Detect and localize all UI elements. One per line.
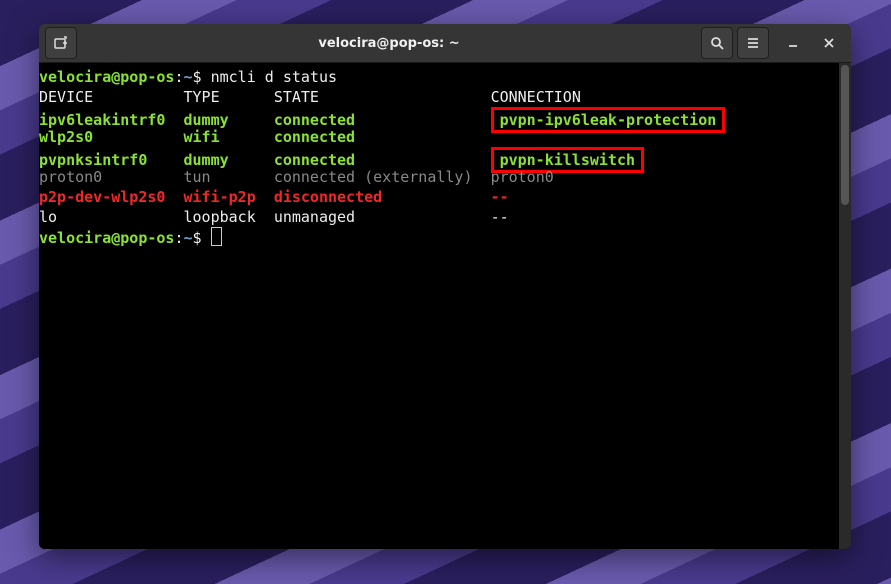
cell-device: lo: [39, 208, 184, 226]
minimize-button[interactable]: [777, 28, 809, 58]
prompt-dollar: $: [193, 229, 211, 247]
terminal-line: velocira@pop-os:~$: [39, 227, 839, 247]
terminal-line: DEVICE TYPE STATE CONNECTION: [39, 87, 839, 107]
col-header-state: STATE: [274, 88, 491, 106]
terminal-line: p2p-dev-wlp2s0 wifi-p2p disconnected --: [39, 187, 839, 207]
command-text: nmcli d status: [211, 68, 337, 86]
terminal-line: velocira@pop-os:~$ nmcli d status: [39, 67, 839, 87]
search-button[interactable]: [701, 27, 733, 59]
cell-type: loopback: [184, 208, 274, 226]
terminal-line: proton0 tun connected (externally) proto…: [39, 167, 839, 187]
highlight-box: pvpn-ipv6leak-protection: [491, 107, 726, 133]
cell-connection: --: [491, 208, 509, 226]
terminal-output[interactable]: velocira@pop-os:~$ nmcli d statusDEVICE …: [39, 63, 839, 549]
cell-state: connected (externally): [274, 168, 491, 186]
cell-device: proton0: [39, 168, 184, 186]
prompt-user-host: velocira@pop-os: [39, 68, 174, 86]
new-tab-button[interactable]: [45, 27, 77, 59]
cell-state: connected: [274, 128, 491, 146]
cell-type: tun: [184, 168, 274, 186]
prompt-dollar: $: [193, 68, 211, 86]
cell-state: unmanaged: [274, 208, 491, 226]
scrollbar[interactable]: [839, 63, 851, 549]
terminal-area: velocira@pop-os:~$ nmcli d statusDEVICE …: [39, 63, 851, 549]
col-header-device: DEVICE: [39, 88, 184, 106]
prompt-cwd: ~: [184, 229, 193, 247]
prompt-sep: :: [174, 229, 183, 247]
cell-type: wifi-p2p: [184, 188, 274, 206]
cell-connection: proton0: [491, 168, 554, 186]
col-header-connection: CONNECTION: [491, 88, 581, 106]
scrollbar-thumb[interactable]: [841, 65, 849, 205]
cell-device: wlp2s0: [39, 128, 184, 146]
cell-type: wifi: [184, 128, 274, 146]
menu-button[interactable]: [737, 27, 769, 59]
titlebar: velocira@pop-os: ~: [39, 24, 851, 63]
terminal-line: pvpnksintrf0 dummy connected pvpn-killsw…: [39, 147, 839, 167]
terminal-line: ipv6leakintrf0 dummy connected pvpn-ipv6…: [39, 107, 839, 127]
prompt-cwd: ~: [184, 68, 193, 86]
prompt-user-host: velocira@pop-os: [39, 229, 174, 247]
cell-connection: pvpn-ipv6leak-protection: [500, 111, 717, 129]
cursor: [211, 227, 222, 246]
window-title: velocira@pop-os: ~: [79, 36, 699, 51]
col-header-type: TYPE: [184, 88, 274, 106]
cell-connection: --: [491, 188, 509, 206]
terminal-line: lo loopback unmanaged --: [39, 207, 839, 227]
terminal-window: velocira@pop-os: ~ velocira@pop-os:~$ nm…: [39, 24, 851, 549]
close-button[interactable]: [813, 28, 845, 58]
cell-device: p2p-dev-wlp2s0: [39, 188, 184, 206]
cell-state: disconnected: [274, 188, 491, 206]
prompt-sep: :: [174, 68, 183, 86]
